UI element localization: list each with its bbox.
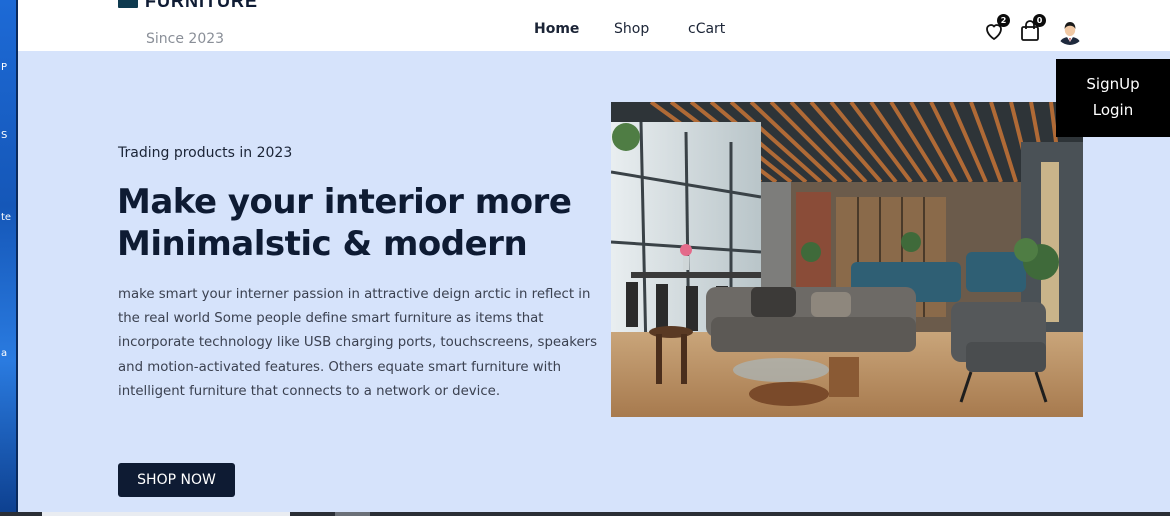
login-link[interactable]: Login — [1056, 101, 1170, 119]
hero-section: Trading products in 2023 Make your inter… — [18, 51, 1170, 512]
logo-icon — [118, 0, 138, 8]
wishlist-button[interactable]: 2 — [982, 14, 1010, 43]
logo-text[interactable]: FURNITURE — [145, 0, 258, 12]
nav-cart[interactable]: cCart — [688, 21, 725, 37]
auth-dropdown: SignUp Login — [1056, 59, 1170, 137]
nav-shop[interactable]: Shop — [614, 21, 649, 37]
hero-description: make smart your interner passion in attr… — [118, 287, 598, 399]
cart-button[interactable]: 0 — [1018, 14, 1046, 43]
nav-home[interactable]: Home — [534, 21, 579, 37]
desktop-text-fragment: te — [1, 212, 12, 223]
hero-headline: Make your interior more Minimalstic & mo… — [117, 182, 572, 264]
since-label: Since 2023 — [146, 31, 225, 47]
desktop-edge: P S te a — [0, 0, 18, 516]
hero-eyebrow: Trading products in 2023 — [118, 145, 293, 161]
hero-interior-image — [611, 102, 1083, 417]
desktop-text-fragment: P — [1, 62, 8, 73]
wishlist-count-badge: 2 — [997, 14, 1010, 27]
desktop-text-fragment: S — [1, 130, 8, 141]
avatar-icon — [1056, 17, 1084, 45]
cart-count-badge: 0 — [1033, 14, 1046, 27]
signup-link[interactable]: SignUp — [1056, 75, 1170, 93]
site-header: FURNITURE Since 2023 Home Shop cCart 2 0 — [18, 0, 1170, 51]
desktop-text-fragment: a — [1, 348, 8, 359]
user-avatar[interactable] — [1056, 17, 1084, 45]
shop-now-button[interactable]: SHOP NOW — [118, 463, 235, 497]
taskbar-edge — [0, 512, 1170, 516]
